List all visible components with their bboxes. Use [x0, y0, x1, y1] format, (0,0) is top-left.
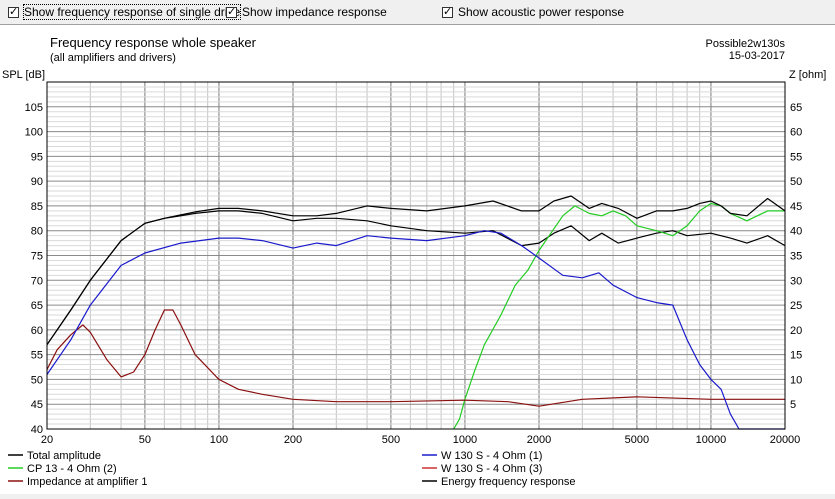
x-tick-label: 10000	[696, 434, 727, 446]
x-tick-label: 5000	[625, 434, 649, 446]
left-y-tick-label: 55	[31, 350, 43, 362]
legend-label: CP 13 - 4 Ohm (2)	[27, 463, 117, 475]
left-axis-label: SPL [dB]	[2, 69, 45, 81]
legend: Total amplitude W 130 S - 4 Ohm (1) CP 13 …	[8, 450, 576, 488]
right-y-tick-label: 20	[790, 325, 802, 337]
left-y-tick-label: 90	[31, 176, 43, 188]
chart-panel: Frequency response whole speaker (all am…	[0, 24, 835, 494]
right-y-tick-label: 45	[790, 201, 802, 213]
project-name: Possible2w130s	[706, 38, 786, 50]
grid	[47, 81, 785, 430]
checkbox-checked-icon[interactable]	[226, 5, 237, 18]
x-tick-label: 100	[210, 434, 228, 446]
checkbox-checked-icon[interactable]	[442, 5, 453, 18]
legend-label: Total amplitude	[27, 450, 101, 462]
legend-label: W 130 S - 4 Ohm (3)	[441, 463, 542, 475]
right-y-tick-label: 50	[790, 176, 802, 188]
right-y-tick-label: 35	[790, 251, 802, 263]
x-tick-label: 1000	[453, 434, 477, 446]
right-y-tick-label: 30	[790, 275, 802, 287]
x-tick-label: 200	[284, 434, 302, 446]
right-y-tick-label: 65	[790, 102, 802, 114]
right-y-tick-label: 40	[790, 226, 802, 238]
acoustic-power-checkbox[interactable]: Show acoustic power response	[442, 4, 624, 20]
left-y-tick-label: 40	[31, 424, 43, 436]
right-y-tick-label: 25	[790, 300, 802, 312]
left-y-tick-label: 105	[25, 102, 43, 114]
x-tick-label: 20000	[770, 434, 801, 446]
right-y-tick-label: 10	[790, 374, 802, 386]
checkbox-checked-icon[interactable]	[8, 5, 19, 18]
legend-label: W 130 S - 4 Ohm (1)	[441, 450, 542, 462]
acoustic-power-label: Show acoustic power response	[458, 5, 625, 19]
series-line	[453, 202, 785, 430]
options-bar: Show frequency response of single drive …	[0, 0, 835, 24]
legend-label: Energy frequency response	[441, 476, 576, 488]
project-date: 15-03-2017	[729, 50, 785, 62]
right-axis-label: Z [ohm]	[789, 69, 826, 81]
right-y-tick-label: 55	[790, 151, 802, 163]
left-y-tick-label: 100	[25, 127, 43, 139]
impedance-checkbox[interactable]: Show impedance response	[226, 4, 387, 20]
legend-label: Impedance at amplifier 1	[27, 476, 147, 488]
impedance-label: Show impedance response	[242, 5, 387, 19]
left-y-tick-label: 50	[31, 374, 43, 386]
left-y-tick-label: 65	[31, 300, 43, 312]
x-tick-label: 50	[139, 434, 151, 446]
x-tick-label: 2000	[527, 434, 551, 446]
left-y-tick-label: 60	[31, 325, 43, 337]
right-y-tick-label: 60	[790, 127, 802, 139]
single-drive-label: Show frequency response of single drive	[22, 4, 242, 20]
single-drive-checkbox[interactable]: Show frequency response of single drive	[8, 4, 242, 20]
chart-subtitle: (all amplifiers and drivers)	[50, 52, 176, 64]
left-y-tick-label: 80	[31, 226, 43, 238]
left-y-tick-label: 45	[31, 399, 43, 411]
frequency-response-chart: Frequency response whole speaker (all am…	[2, 35, 826, 488]
chart-title: Frequency response whole speaker	[50, 35, 257, 50]
right-y-tick-label: 5	[790, 399, 796, 411]
left-y-tick-label: 75	[31, 251, 43, 263]
left-y-tick-label: 85	[31, 201, 43, 213]
left-y-tick-label: 70	[31, 275, 43, 287]
x-tick-label: 500	[382, 434, 400, 446]
right-y-tick-label: 15	[790, 350, 802, 362]
left-y-tick-label: 95	[31, 151, 43, 163]
